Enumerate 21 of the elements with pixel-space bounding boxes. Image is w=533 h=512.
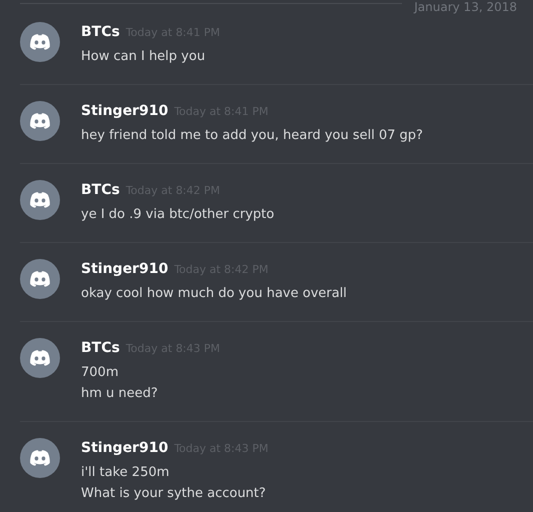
avatar-icon bbox=[20, 259, 60, 299]
author-name: Stinger910 bbox=[81, 102, 168, 121]
message-text: i'll take 250m bbox=[81, 464, 170, 482]
author-name: Stinger910 bbox=[81, 260, 168, 279]
author-name: BTCs bbox=[81, 23, 120, 42]
author-name: BTCs bbox=[81, 181, 120, 200]
date-divider: January 13, 2018 bbox=[414, 0, 517, 14]
message-text: hm u need? bbox=[81, 385, 159, 403]
message-text: What is your sythe account? bbox=[81, 485, 267, 503]
message-text: okay cool how much do you have overall bbox=[81, 285, 347, 303]
author-name: Stinger910 bbox=[81, 439, 168, 458]
author-name: BTCs bbox=[81, 339, 120, 358]
message-text: 700m bbox=[81, 364, 120, 382]
message-text: ye I do .9 via btc/other crypto bbox=[81, 206, 274, 224]
message-text: How can I help you bbox=[81, 48, 206, 66]
avatar-icon bbox=[20, 101, 60, 141]
avatar-icon bbox=[20, 180, 60, 220]
avatar-icon bbox=[20, 22, 60, 62]
avatar-icon bbox=[20, 338, 60, 378]
avatar-icon bbox=[20, 438, 60, 478]
message-text: hey friend told me to add you, heard you sell 07 gp? bbox=[81, 127, 423, 145]
